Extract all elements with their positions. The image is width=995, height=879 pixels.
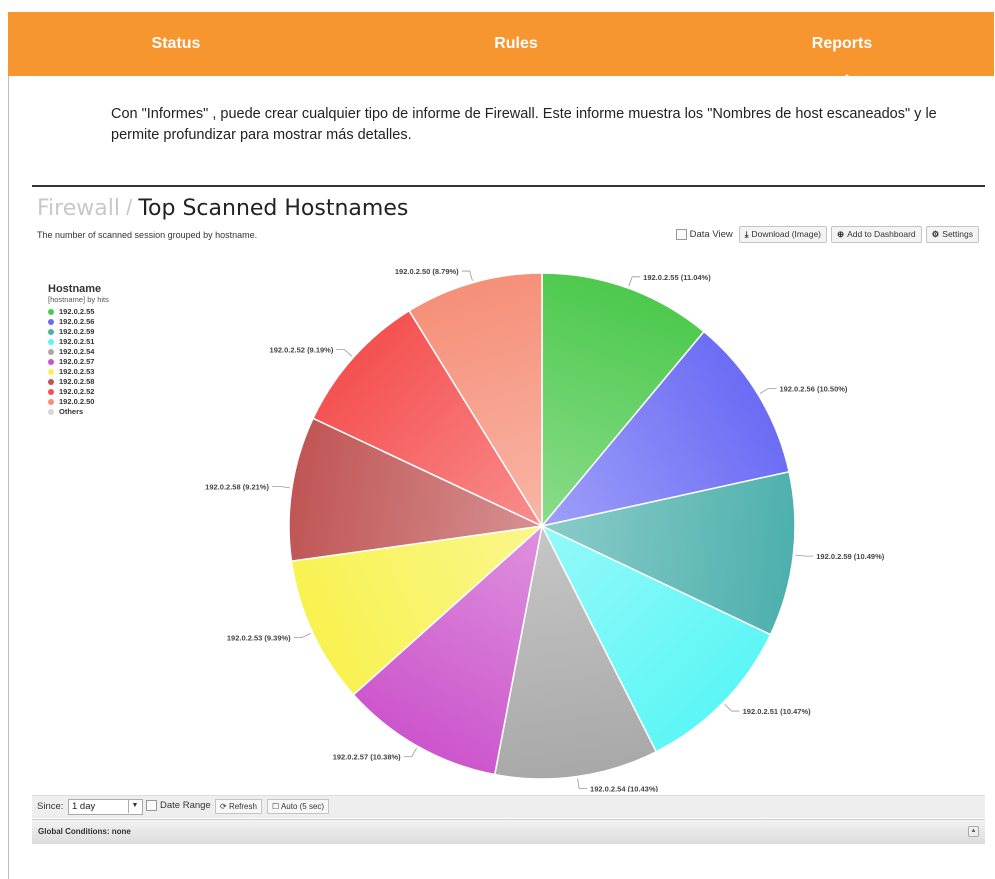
legend-item[interactable]: 192.0.2.55: [48, 307, 109, 317]
legend-item[interactable]: Others: [48, 407, 109, 417]
download-icon: ⤓: [744, 229, 749, 239]
legend-item-label: 192.0.2.53: [59, 367, 95, 376]
report-footer: Since: 1 day ▼ Date Range ⟳ Refresh ☐ Au…: [32, 795, 985, 818]
legend-item[interactable]: 192.0.2.52: [48, 387, 109, 397]
auto-refresh-button[interactable]: ☐ Auto (5 sec): [267, 799, 330, 814]
top-nav-bar: Status Rules Reports: [8, 12, 994, 88]
legend-item-label: 192.0.2.51: [59, 337, 95, 346]
add-to-dashboard-button[interactable]: ⊕ Add to Dashboard: [831, 226, 922, 243]
gear-icon: ⚙: [931, 229, 940, 239]
add-dashboard-label: Add to Dashboard: [847, 229, 916, 239]
active-tab-caret-icon: [834, 74, 860, 88]
nav-tab-rules[interactable]: Rules: [466, 12, 566, 76]
slice-leader-line: [271, 485, 290, 489]
legend-item[interactable]: 192.0.2.53: [48, 367, 109, 377]
download-label: Download (Image): [751, 229, 821, 239]
legend-swatch-icon: [48, 309, 54, 315]
slice-data-label: 192.0.2.59 (10.49%): [816, 552, 884, 561]
data-view-toggle[interactable]: Data View: [675, 229, 733, 240]
legend-item-label: 192.0.2.50: [59, 397, 95, 406]
slice-leader-line: [577, 778, 588, 789]
legend-subtitle: [hostname] by hits: [48, 295, 109, 304]
slice-leader-line: [461, 270, 473, 281]
slice-leader-line: [293, 633, 311, 639]
report-description: The number of scanned session grouped by…: [37, 230, 258, 240]
legend-item-label: 192.0.2.54: [59, 347, 95, 356]
data-view-checkbox[interactable]: [675, 229, 687, 240]
download-image-button[interactable]: ⤓ Download (Image): [738, 226, 827, 243]
legend-item[interactable]: 192.0.2.57: [48, 357, 109, 367]
chart-legend: Hostname [hostname] by hits 192.0.2.55 19…: [48, 283, 109, 417]
legend-swatch-icon: [48, 339, 54, 345]
nav-tab-status[interactable]: Status: [126, 12, 226, 76]
legend-item-label: 192.0.2.55: [59, 307, 95, 316]
slice-leader-line: [628, 276, 641, 287]
legend-swatch-icon: [48, 349, 54, 355]
breadcrumb-firewall[interactable]: Firewall: [37, 196, 120, 221]
slice-leader-line: [724, 703, 740, 712]
nav-tab-reports[interactable]: Reports: [792, 12, 892, 76]
legend-title: Hostname: [48, 283, 102, 295]
legend-item[interactable]: 192.0.2.58: [48, 377, 109, 387]
legend-swatch-icon: [48, 409, 54, 415]
legend-swatch-icon: [48, 359, 54, 365]
refresh-label: Refresh: [228, 802, 257, 811]
date-range-label: Date Range: [160, 800, 211, 811]
slice-data-label: 192.0.2.54 (10.43%): [590, 784, 658, 792]
legend-swatch-icon: [48, 399, 54, 405]
slice-leader-line: [403, 747, 417, 758]
legend-swatch-icon: [48, 329, 54, 335]
legend-item[interactable]: 192.0.2.59: [48, 327, 109, 337]
intro-text: Con "Informes" , puede crear cualquier t…: [111, 106, 937, 143]
breadcrumb-separator: /: [126, 195, 133, 220]
global-conditions-bar[interactable]: Global Conditions: none ▲: [32, 819, 985, 844]
settings-button[interactable]: ⚙ Settings: [925, 226, 979, 243]
data-view-label: Data View: [689, 229, 733, 240]
pie-chart: 192.0.2.55 (11.04%) 192.0.2.56 (10.50%) 19…: [205, 267, 885, 792]
date-range-checkbox[interactable]: [146, 800, 157, 811]
legend-item-label: 192.0.2.52: [59, 387, 95, 396]
legend-item[interactable]: 192.0.2.50: [48, 397, 109, 407]
slice-data-label: 192.0.2.55 (11.04%): [643, 273, 711, 282]
legend-item-label: 192.0.2.57: [59, 357, 95, 366]
legend-item-label: 192.0.2.58: [59, 377, 95, 386]
plus-circle-icon: ⊕: [837, 229, 845, 239]
chevron-down-icon[interactable]: ▼: [128, 799, 141, 813]
legend-item[interactable]: 192.0.2.51: [48, 337, 109, 347]
legend-swatch-icon: [48, 369, 54, 375]
legend-item-label: Others: [59, 407, 84, 416]
legend-item-label: 192.0.2.56: [59, 317, 95, 326]
slice-data-label: 192.0.2.57 (10.38%): [333, 753, 401, 762]
slice-leader-line: [336, 349, 353, 357]
report-toolbar: Data View ⤓ Download (Image) ⊕ Add to Dash…: [675, 226, 979, 243]
slice-data-label: 192.0.2.58 (9.21%): [205, 482, 269, 491]
slice-leader-line: [795, 554, 814, 557]
legend-swatch-icon: [48, 379, 54, 385]
settings-label: Settings: [942, 229, 973, 239]
slice-leader-line: [759, 387, 777, 394]
legend-swatch-icon: [48, 319, 54, 325]
legend-item[interactable]: 192.0.2.54: [48, 347, 109, 357]
slice-data-label: 192.0.2.50 (8.79%): [395, 267, 459, 276]
auto-refresh-label: Auto (5 sec): [280, 802, 325, 811]
slice-data-label: 192.0.2.53 (9.39%): [227, 634, 291, 643]
auto-checkbox-icon: ☐: [272, 802, 281, 811]
global-conditions-label: Global Conditions: none: [38, 827, 131, 836]
date-range-toggle[interactable]: Date Range: [146, 800, 211, 811]
legend-swatch-icon: [48, 389, 54, 395]
slice-data-label: 192.0.2.52 (9.19%): [270, 346, 334, 355]
report-header: Firewall / Top Scanned Hostnames: [37, 195, 408, 221]
expand-icon[interactable]: ▲: [968, 826, 979, 837]
refresh-icon: ⟳: [220, 802, 229, 811]
report-panel: Firewall / Top Scanned Hostnames The num…: [32, 185, 985, 844]
report-title: Top Scanned Hostnames: [138, 196, 409, 221]
slice-data-label: 192.0.2.56 (10.50%): [779, 384, 847, 393]
slice-data-label: 192.0.2.51 (10.47%): [743, 707, 811, 716]
legend-item-label: 192.0.2.59: [59, 327, 95, 336]
since-label: Since:: [37, 801, 64, 812]
legend-item[interactable]: 192.0.2.56: [48, 317, 109, 327]
page-left-border: [8, 76, 9, 879]
refresh-button[interactable]: ⟳ Refresh: [215, 799, 262, 814]
